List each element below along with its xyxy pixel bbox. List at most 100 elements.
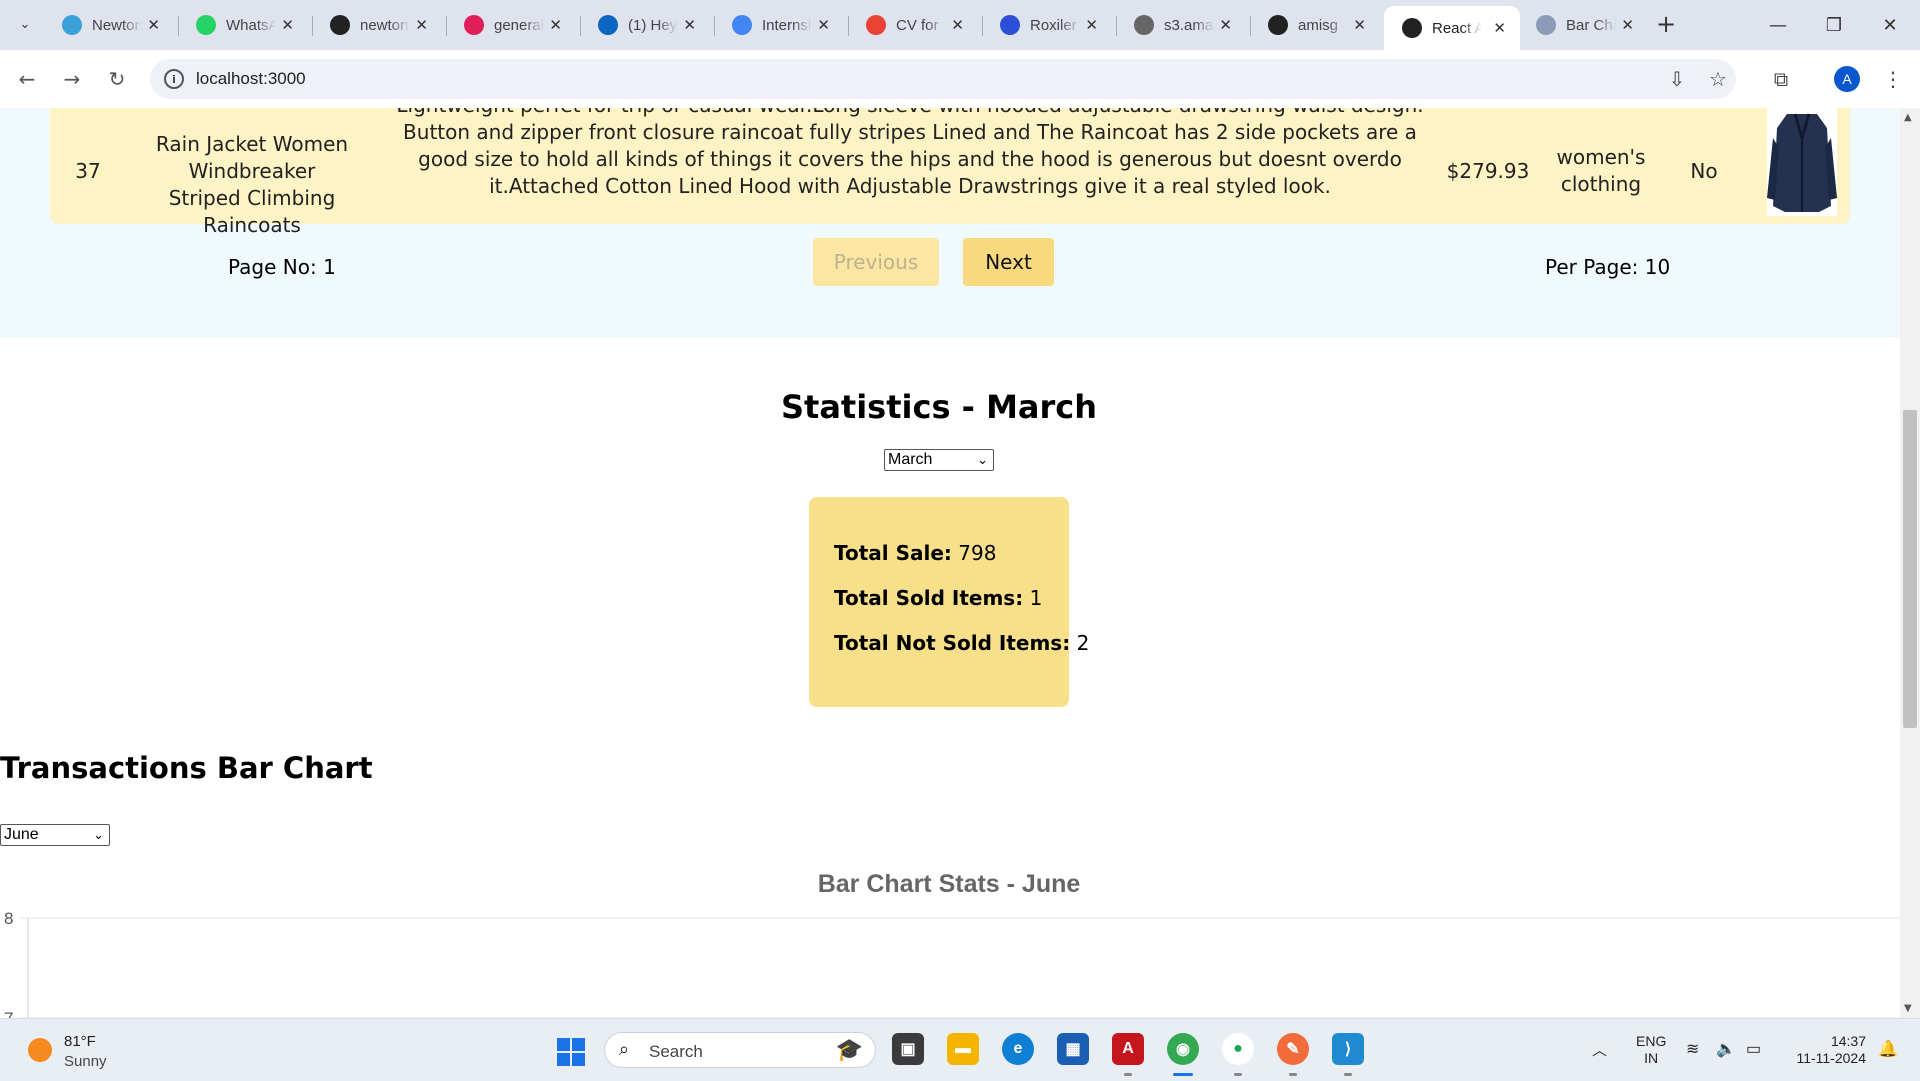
browser-tab[interactable]: newton-school ✕ — [318, 6, 442, 44]
windows-taskbar: 81°F Sunny ⌕ Search 🎓 ▣ ▬ e ▦ A ◉ ● ✎ ⟩ … — [0, 1018, 1920, 1081]
total-not-sold-line: Total Not Sold Items: 2 — [834, 631, 1089, 655]
browser-tab[interactable]: general ✕ — [452, 6, 576, 44]
slack-icon — [464, 15, 484, 35]
volume-icon[interactable]: 🔈 — [1716, 1039, 1736, 1059]
total-not-sold-label: Total Not Sold Items: — [834, 631, 1071, 655]
new-tab-button[interactable]: + — [1652, 10, 1680, 38]
close-tab-icon[interactable]: ✕ — [1493, 19, 1506, 37]
chrome-icon[interactable]: ◉ — [1167, 1033, 1199, 1065]
browser-tab[interactable]: amisg ✕ — [1256, 6, 1380, 44]
browser-tab-label: Roxiler — [1030, 16, 1077, 34]
bookmark-star-icon[interactable]: ☆ — [1703, 64, 1733, 94]
gmail-icon — [866, 15, 886, 35]
browser-tab[interactable]: Bar Chart ✕ — [1524, 6, 1648, 44]
browser-tab-label: s3.amazonaws — [1164, 16, 1214, 34]
cell-title: Rain Jacket Women Windbreaker Striped Cl… — [155, 132, 349, 237]
tab-search-dropdown-icon[interactable]: ⌄ — [14, 12, 36, 36]
scroll-up-icon[interactable]: ▲ — [1904, 112, 1912, 123]
site-info-icon[interactable]: i — [164, 69, 184, 89]
profile-avatar[interactable]: A — [1834, 66, 1860, 92]
browser-tab[interactable]: Roxiler ✕ — [988, 6, 1112, 44]
scrollbar-thumb[interactable] — [1903, 410, 1917, 728]
close-tab-icon[interactable]: ✕ — [951, 16, 964, 34]
cell-sold: No — [1690, 159, 1718, 183]
react-icon — [1402, 18, 1422, 38]
statistics-month-select[interactable]: March ⌄ — [884, 449, 994, 471]
browser-tab[interactable]: Newton School ✕ — [50, 6, 174, 44]
pagination-bar: Page No: 1 Previous Next Per Page: 10 — [0, 238, 1900, 298]
address-bar[interactable]: i localhost:3000 — [150, 59, 1736, 99]
scroll-down-icon[interactable]: ▼ — [1904, 1003, 1912, 1014]
browser-tab[interactable]: s3.amazonaws ✕ — [1122, 6, 1246, 44]
forward-arrow-icon[interactable]: → — [57, 64, 87, 94]
statistics-box: Total Sale: 798 Total Sold Items: 1 Tota… — [809, 497, 1089, 707]
page-scrollbar[interactable]: ▲ ▼ — [1900, 108, 1920, 1018]
weather-sun-icon[interactable] — [28, 1038, 52, 1062]
browser-tab[interactable]: React App ✕ — [1384, 6, 1520, 50]
microsoft-store-icon[interactable]: ▦ — [1057, 1033, 1089, 1065]
browser-tab-label: (1) Hey — [628, 16, 678, 34]
tab-separator — [982, 16, 983, 36]
close-tab-icon[interactable]: ✕ — [281, 16, 294, 34]
close-tab-icon[interactable]: ✕ — [147, 16, 160, 34]
battery-icon[interactable]: ▭ — [1746, 1039, 1761, 1059]
cell-id: 37 — [75, 159, 101, 183]
running-indicator — [1234, 1073, 1242, 1076]
task-view-icon[interactable]: ▣ — [892, 1033, 924, 1065]
minimize-icon[interactable]: — — [1758, 10, 1798, 40]
chevron-down-icon: ⌄ — [977, 452, 988, 467]
mongodb-compass-icon[interactable]: ● — [1222, 1033, 1254, 1065]
input-language-indicator[interactable]: ENG IN — [1636, 1033, 1666, 1067]
wifi-icon[interactable]: ≋ — [1686, 1039, 1699, 1059]
close-tab-icon[interactable]: ✕ — [817, 16, 830, 34]
bar-chart-heading: Transactions Bar Chart — [0, 751, 373, 785]
chevron-down-icon: ⌄ — [93, 827, 104, 842]
install-app-icon[interactable]: ⇩ — [1662, 64, 1692, 94]
extensions-icon[interactable]: ⧉ — [1766, 64, 1796, 94]
running-indicator — [1124, 1073, 1132, 1076]
close-tab-icon[interactable]: ✕ — [549, 16, 562, 34]
chart-title: Bar Chart Stats - June — [818, 870, 1081, 898]
next-button[interactable]: Next — [963, 238, 1054, 286]
browser-tab[interactable]: WhatsApp ✕ — [184, 6, 308, 44]
bar-chart-month-select[interactable]: June ⌄ — [0, 824, 110, 846]
tab-separator — [848, 16, 849, 36]
total-not-sold-value: 2 — [1076, 631, 1090, 655]
acrobat-reader-icon[interactable]: A — [1112, 1033, 1144, 1065]
postman-icon[interactable]: ✎ — [1277, 1033, 1309, 1065]
search-icon: ⌕ — [619, 1039, 630, 1059]
close-tab-icon[interactable]: ✕ — [415, 16, 428, 34]
file-explorer-icon[interactable]: ▬ — [947, 1033, 979, 1065]
tab-separator — [178, 16, 179, 36]
clock[interactable]: 14:37 11-11-2024 — [1780, 1033, 1866, 1067]
show-hidden-icons-chevron-icon[interactable]: ︿ — [1592, 1039, 1607, 1060]
browser-tab[interactable]: CV for ✕ — [854, 6, 978, 44]
vscode-icon[interactable]: ⟩ — [1332, 1033, 1364, 1065]
previous-button[interactable]: Previous — [813, 238, 939, 286]
restore-window-icon[interactable]: ❐ — [1814, 10, 1854, 40]
close-tab-icon[interactable]: ✕ — [1621, 16, 1634, 34]
region-code: IN — [1644, 1050, 1659, 1066]
close-tab-icon[interactable]: ✕ — [1353, 16, 1366, 34]
y-tick-label: 7 — [4, 1009, 13, 1018]
browser-menu-icon[interactable]: ⋮ — [1878, 64, 1908, 94]
statistics-month-value: March — [888, 451, 933, 468]
edge-browser-icon[interactable]: e — [1002, 1033, 1034, 1065]
weather-condition[interactable]: Sunny — [64, 1053, 107, 1070]
url-text[interactable]: localhost:3000 — [196, 69, 306, 89]
reload-icon[interactable]: ↻ — [102, 64, 132, 94]
notification-bell-icon[interactable]: 🔔 — [1878, 1039, 1898, 1059]
total-sale-label: Total Sale: — [834, 541, 952, 565]
active-app-indicator — [1173, 1073, 1193, 1076]
close-tab-icon[interactable]: ✕ — [1085, 16, 1098, 34]
taskbar-search-box[interactable]: ⌕ Search 🎓 — [604, 1032, 876, 1068]
browser-tab[interactable]: (1) Hey ✕ — [586, 6, 710, 44]
close-tab-icon[interactable]: ✕ — [1219, 16, 1232, 34]
windows-start-icon[interactable] — [556, 1037, 586, 1067]
close-window-icon[interactable]: ✕ — [1870, 10, 1910, 40]
back-arrow-icon[interactable]: ← — [12, 64, 42, 94]
browser-tab[interactable]: Internship ✕ — [720, 6, 844, 44]
product-image — [1767, 108, 1837, 216]
weather-temperature[interactable]: 81°F — [64, 1033, 96, 1050]
close-tab-icon[interactable]: ✕ — [683, 16, 696, 34]
